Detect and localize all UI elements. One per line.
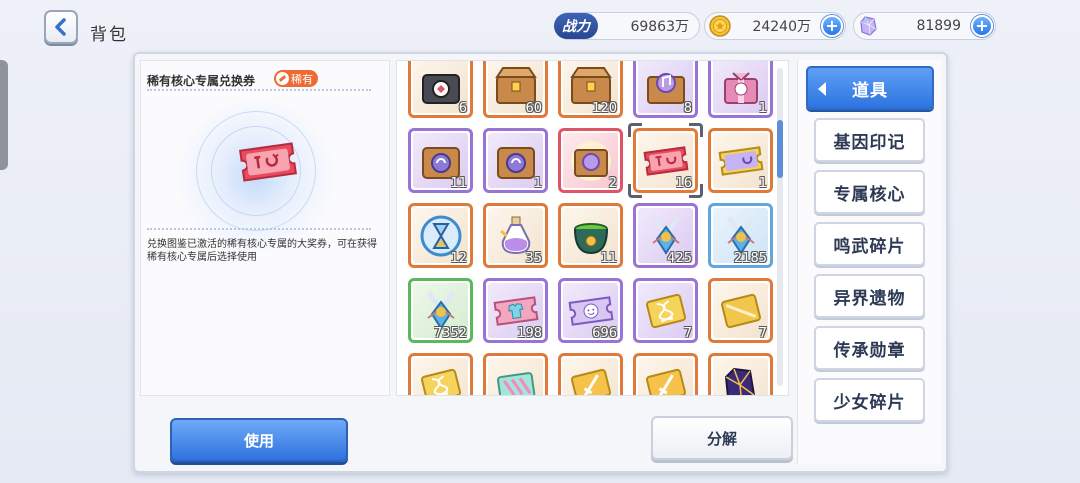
- item-count: 1: [533, 176, 542, 191]
- category-tab[interactable]: 基因印记: [814, 118, 925, 162]
- item-count: 2: [608, 176, 617, 191]
- inventory-item[interactable]: 60: [483, 61, 548, 118]
- inventory-item[interactable]: [708, 353, 773, 395]
- item-name: 稀有核心专属兑换券: [147, 74, 256, 88]
- inventory-item[interactable]: 7: [633, 278, 698, 343]
- inventory-item[interactable]: 1: [708, 128, 773, 193]
- inventory-item[interactable]: 696: [558, 278, 623, 343]
- rarity-icon: [276, 72, 289, 85]
- category-label: 基因印记: [833, 132, 906, 153]
- inventory-item[interactable]: 1: [708, 61, 773, 118]
- item-count: 7: [683, 326, 692, 341]
- item-count: 12: [450, 251, 467, 266]
- item-count: 35: [525, 251, 542, 266]
- inventory-item[interactable]: 425: [633, 203, 698, 268]
- inventory-item[interactable]: 7352: [408, 278, 473, 343]
- item-count: 198: [517, 326, 542, 341]
- inventory-item[interactable]: 12: [408, 203, 473, 268]
- item-count: 7352: [433, 326, 467, 341]
- inventory-item[interactable]: 11: [558, 203, 623, 268]
- grid-scrollbar[interactable]: [777, 68, 783, 386]
- category-label: 异界遗物: [833, 288, 906, 309]
- category-tab[interactable]: 道具: [806, 66, 934, 110]
- page-title: 背包: [90, 25, 128, 45]
- coin-display: 24240万 +: [704, 12, 846, 40]
- item-count: 7: [758, 326, 767, 341]
- inventory-item[interactable]: 1: [483, 128, 548, 193]
- add-coins-button[interactable]: +: [821, 15, 843, 37]
- decompose-button[interactable]: 分解: [651, 416, 793, 460]
- item-count: 1: [758, 101, 767, 116]
- gem-icon: [860, 16, 877, 36]
- gem-display: 81899 +: [853, 12, 996, 40]
- inventory-item[interactable]: 6: [408, 61, 473, 118]
- prism-card-icon: [488, 358, 543, 395]
- inventory-item[interactable]: 198: [483, 278, 548, 343]
- item-count: 60: [525, 101, 542, 116]
- category-label: 传承勋章: [833, 340, 906, 361]
- category-label: 道具: [852, 80, 888, 101]
- category-tab[interactable]: 传承勋章: [814, 326, 925, 370]
- coin-icon: [709, 15, 731, 37]
- category-label: 专属核心: [833, 184, 906, 205]
- item-count: 2185: [733, 251, 767, 266]
- divider: [147, 89, 371, 91]
- crystal-icon: [713, 358, 768, 395]
- item-count: 425: [667, 251, 692, 266]
- category-label: 鸣武碎片: [833, 236, 906, 257]
- category-label: 少女碎片: [833, 392, 906, 413]
- inventory-item[interactable]: [483, 353, 548, 395]
- arrow-left-icon: [818, 82, 826, 96]
- inventory-item[interactable]: 120: [558, 61, 623, 118]
- item-description: 兑换图鉴已激活的稀有核心专属的大奖券，可在获得稀有核心专属后选择使用: [147, 239, 377, 263]
- item-count: 120: [592, 101, 617, 116]
- power-value: 69863万: [630, 19, 689, 35]
- item-count: 6: [458, 101, 467, 116]
- sword-card-icon: [638, 358, 693, 395]
- dna-card-icon: [413, 358, 468, 395]
- rarity-label: 稀有: [291, 72, 313, 86]
- power-display: 战力 69863万: [554, 12, 700, 40]
- category-tab[interactable]: 鸣武碎片: [814, 222, 925, 266]
- left-edge-handle: [0, 60, 8, 170]
- coin-value: 24240万: [752, 19, 811, 35]
- selection-frame: [628, 123, 703, 198]
- divider: [147, 228, 371, 230]
- red-ticket-icon: [239, 142, 297, 182]
- use-button[interactable]: 使用: [170, 418, 348, 462]
- item-detail-pane: 稀有核心专属兑换券 稀有 兑换图鉴已激活的稀有核心专属的大奖券，可在获得稀有核心…: [140, 60, 390, 396]
- back-button[interactable]: [44, 10, 78, 44]
- power-label: 战力: [554, 13, 598, 39]
- inventory-item[interactable]: [633, 353, 698, 395]
- gem-value: 81899: [916, 18, 961, 34]
- item-count: 11: [600, 251, 617, 266]
- inventory-item[interactable]: 11: [408, 128, 473, 193]
- inventory-item[interactable]: 35: [483, 203, 548, 268]
- item-count: 8: [683, 101, 692, 116]
- rarity-badge: 稀有: [274, 70, 318, 87]
- item-count: 696: [592, 326, 617, 341]
- inventory-item[interactable]: 8: [633, 61, 698, 118]
- item-grid: 6 60 120 8 1 11 1 2 16 1 12 35 11 425 2185 7352 198 696 7 7: [396, 60, 789, 396]
- item-count: 11: [450, 176, 467, 191]
- inventory-item[interactable]: 2185: [708, 203, 773, 268]
- inventory-item[interactable]: [408, 353, 473, 395]
- category-tab[interactable]: 少女碎片: [814, 378, 925, 422]
- item-count: 1: [758, 176, 767, 191]
- add-gems-button[interactable]: +: [971, 15, 993, 37]
- category-tab[interactable]: 异界遗物: [814, 274, 925, 318]
- scroll-thumb[interactable]: [777, 120, 783, 178]
- inventory-item[interactable]: 2: [558, 128, 623, 193]
- inventory-item[interactable]: [558, 353, 623, 395]
- inventory-item[interactable]: 7: [708, 278, 773, 343]
- category-tab[interactable]: 专属核心: [814, 170, 925, 214]
- chevron-left-icon: [55, 18, 66, 36]
- sword-card-icon: [563, 358, 618, 395]
